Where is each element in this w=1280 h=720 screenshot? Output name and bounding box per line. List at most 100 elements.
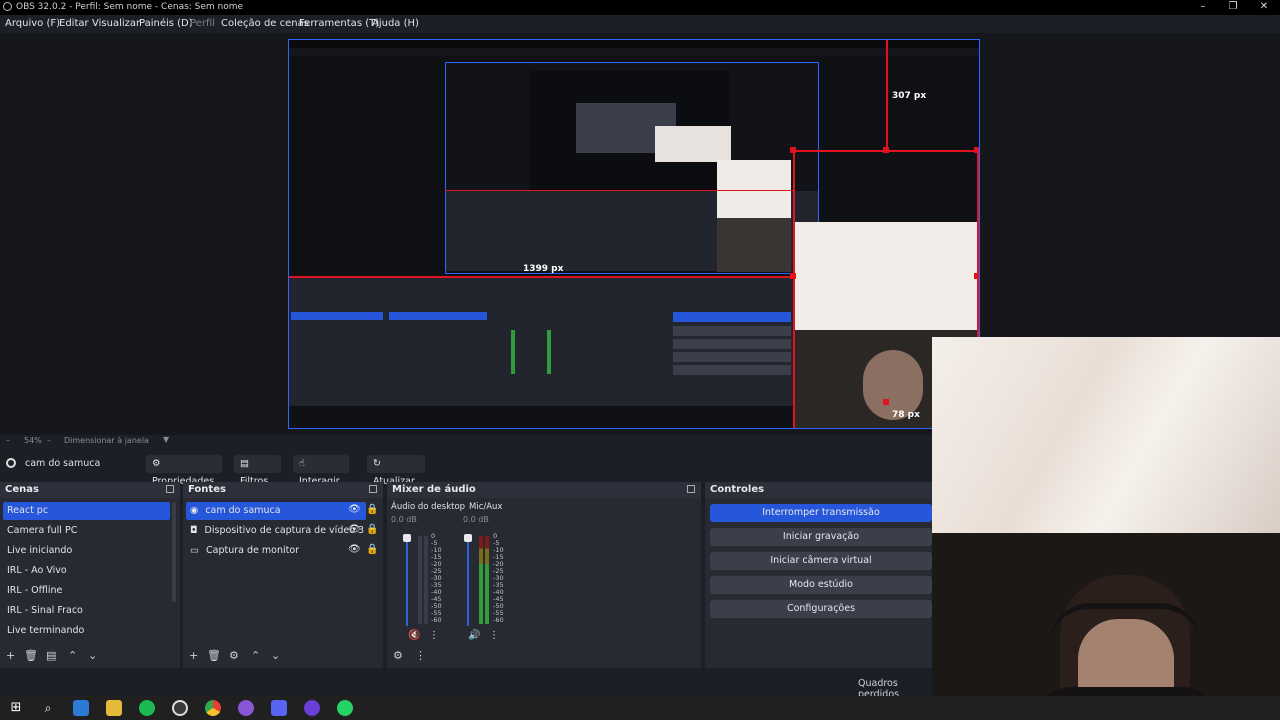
zoom-mode-dropdown-icon[interactable]: ▼ [163,435,169,444]
add-icon[interactable]: + [6,649,15,662]
dock-menu-icon[interactable] [166,485,174,493]
controls-title: Controles [710,484,765,495]
camera-source-icon [6,458,16,468]
windows-start-icon[interactable]: ⊞ [8,700,24,716]
menu-visualizar[interactable]: Visualizar [92,18,140,29]
resize-handle[interactable] [883,147,889,153]
scene-item[interactable]: Camera full PC [3,522,77,540]
search-icon[interactable]: ⌕ [40,700,56,716]
resize-handle[interactable] [790,273,796,279]
zoom-mode[interactable]: Dimensionar à janela [64,436,149,445]
scene-item[interactable]: IRL - Ao Vivo [3,562,67,580]
filters-button[interactable]: ▤ Filtros [234,455,281,487]
channel-desktop-level: 0.0 dB [391,515,417,524]
guide-line [445,190,793,191]
stop-streaming-button[interactable]: Interromper transmissão [710,504,932,522]
interact-button[interactable]: ☝ Interagir [293,455,349,487]
discord-icon[interactable] [271,700,287,716]
resize-handle[interactable] [883,399,889,405]
scene-item[interactable]: Live terminando [3,622,84,640]
resize-handle[interactable] [974,273,979,279]
desktop-mute-icon[interactable]: 🔇 [408,630,420,641]
refresh-button[interactable]: ↻ Atualizar [367,455,425,487]
scenes-scrollbar[interactable] [172,502,176,602]
preview-canvas[interactable]: 307 px 1399 px 78 px [288,39,980,429]
mic-options-icon[interactable]: ⋮ [489,630,499,641]
scene-item[interactable]: IRL - Offline [3,582,62,600]
mic-meter-right [485,536,489,624]
dock-menu-icon[interactable] [369,485,377,493]
nested-control [673,352,791,362]
move-down-icon[interactable]: ⌄ [88,649,97,662]
move-up-icon[interactable]: ⌃ [251,649,260,662]
menu-ajuda[interactable]: Ajuda (H) [372,18,419,29]
file-explorer-icon[interactable] [106,700,122,716]
visibility-eye-icon[interactable]: 👁 [348,524,361,535]
source-item[interactable]: ▭ Captura de monitor [186,542,366,560]
desktop-volume-slider[interactable] [406,536,408,626]
nested-control [673,326,791,336]
scene-item[interactable]: IRL - Sinal Fraco [3,602,83,620]
zoom-in-icon[interactable]: – [47,436,51,445]
mic-volume-slider[interactable] [467,536,469,626]
studio-mode-button[interactable]: Modo estúdio [710,576,932,594]
scene-item[interactable]: React pc [3,502,170,520]
zoom-out-icon[interactable]: – [6,436,10,445]
lock-icon[interactable]: 🔒 [366,544,378,555]
resize-handle[interactable] [790,147,796,153]
minimize-icon[interactable]: – [1193,1,1213,12]
nested-control [673,339,791,349]
obs-icon[interactable] [172,700,188,716]
gear-icon[interactable]: ⚙ [229,649,239,662]
trash-icon[interactable]: 🗑 [24,649,38,662]
mic-volume-handle[interactable] [464,534,472,542]
window-title: OBS 32.0.2 - Perfil: Sem nome - Cenas: S… [16,2,244,12]
zoom-level: 54% [24,436,42,445]
settings-button[interactable]: Configurações [710,600,932,618]
nested-control-primary [673,312,791,322]
mixer-title: Mixer de áudio [392,484,476,495]
menu-perfil[interactable]: Perfil [190,18,215,29]
resize-handle[interactable] [974,147,979,153]
source-item[interactable]: ◉ cam do samuca [186,502,366,520]
app-icon[interactable] [238,700,254,716]
visibility-eye-icon[interactable]: 👁 [348,544,361,555]
menu-paineis[interactable]: Painéis (D) [139,18,193,29]
mixer-options-icon[interactable]: ⋮ [415,649,426,662]
spotify-icon[interactable] [139,700,155,716]
source-item[interactable]: ◘ Dispositivo de captura de vídeo 3 [186,522,366,540]
sources-footer: + 🗑 ⚙ ⌃ ⌄ [183,646,383,668]
move-up-icon[interactable]: ⌃ [68,649,77,662]
mic-volume-icon[interactable]: 🔊 [468,630,480,641]
distance-label-center: 1399 px [523,264,564,274]
app-icon[interactable] [304,700,320,716]
webcam-recursion-tile [717,160,791,218]
close-icon[interactable]: ✕ [1254,1,1274,12]
restore-icon[interactable]: ❐ [1223,1,1243,12]
menu-editar[interactable]: Editar [59,18,89,29]
add-icon[interactable]: + [189,649,198,662]
vscode-icon[interactable] [73,700,89,716]
properties-button[interactable]: ⚙ Propriedades [146,455,222,487]
desktop-options-icon[interactable]: ⋮ [429,630,439,641]
desktop-volume-handle[interactable] [403,534,411,542]
dock-menu-icon[interactable] [687,485,695,493]
mixer-settings-icon[interactable]: ⚙ [393,649,403,662]
visibility-eye-icon[interactable]: 👁 [348,504,361,515]
menu-ferramentas[interactable]: Ferramentas (T) [299,18,379,29]
scene-filter-icon[interactable]: ▤ [46,649,56,662]
trash-icon[interactable]: 🗑 [207,649,221,662]
menu-colecao-de-cenas[interactable]: Coleção de cenas [221,18,309,29]
move-down-icon[interactable]: ⌄ [271,649,280,662]
lock-icon[interactable]: 🔒 [366,504,378,515]
headphones-icon [1050,603,1200,643]
lock-icon[interactable]: 🔒 [366,524,378,535]
scene-item[interactable]: Live iniciando [3,542,72,560]
scene-item-label: Live terminando [7,625,85,636]
menu-arquivo[interactable]: Arquivo (F) [5,18,60,29]
chrome-icon[interactable] [205,700,221,716]
desktop-meter-right [424,536,428,624]
start-recording-button[interactable]: Iniciar gravação [710,528,932,546]
start-virtual-camera-button[interactable]: Iniciar câmera virtual [710,552,932,570]
whatsapp-icon[interactable] [337,700,353,716]
